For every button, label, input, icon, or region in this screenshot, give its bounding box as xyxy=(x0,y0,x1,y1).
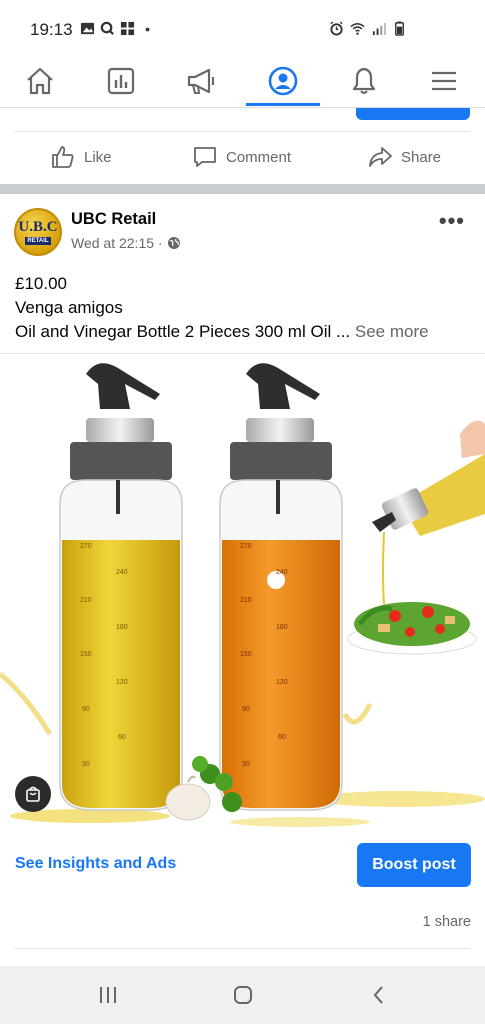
status-bar: 19:13 xyxy=(0,0,485,56)
vinegar-bottle-scale-label: 270 xyxy=(240,543,252,550)
previous-boost-button[interactable] xyxy=(356,108,470,120)
shopping-bag-icon xyxy=(26,786,40,802)
oil-bottle-scale-label: 180 xyxy=(116,624,128,631)
back-button[interactable] xyxy=(349,966,409,1024)
post-price: £10.00 xyxy=(15,274,67,293)
windows-app-icon xyxy=(120,21,135,36)
post-description: Oil and Vinegar Bottle 2 Pieces 300 ml O… xyxy=(15,320,475,344)
avatar-logo-text: U.B.C xyxy=(18,218,58,235)
pages-icon xyxy=(107,67,135,95)
shopping-bag-button[interactable] xyxy=(15,776,51,812)
oil-bottle-scale-label: 120 xyxy=(116,679,128,686)
megaphone-icon xyxy=(187,68,215,94)
battery-icon xyxy=(395,21,404,36)
nav-profile[interactable] xyxy=(248,56,318,106)
oil-bottle-scale-label: 60 xyxy=(118,734,126,741)
gallery-icon xyxy=(80,22,95,35)
share-icon xyxy=(369,147,392,167)
signal-icon xyxy=(372,22,386,36)
nav-home[interactable] xyxy=(5,56,75,106)
oil-bottle-scale-label: 240 xyxy=(116,569,128,576)
like-label: Like xyxy=(84,148,112,166)
vinegar-bottle-scale-label: 210 xyxy=(240,597,252,604)
post-line: Venga amigos xyxy=(15,298,123,317)
product-image[interactable]: 270 240 210 180 150 120 90 60 30 270 240… xyxy=(0,354,485,828)
page-name[interactable]: UBC Retail xyxy=(71,210,156,229)
shares-count[interactable]: 1 share xyxy=(423,914,471,930)
top-nav-bar xyxy=(0,56,485,108)
status-notification-icons xyxy=(80,21,155,36)
comment-label: Comment xyxy=(226,148,292,166)
post-header: U.B.C RETAIL UBC Retail Wed at 22:15 · •… xyxy=(0,194,485,264)
alarm-icon xyxy=(330,21,343,36)
divider xyxy=(14,948,470,949)
home-square-icon xyxy=(234,986,252,1004)
wifi-icon xyxy=(350,23,365,35)
recent-apps-button[interactable] xyxy=(78,966,138,1024)
nav-notifications[interactable] xyxy=(329,56,399,106)
avatar[interactable]: U.B.C RETAIL xyxy=(14,208,62,256)
home-icon xyxy=(27,67,53,95)
post-meta: Wed at 22:15 · xyxy=(71,235,181,251)
back-chevron-icon xyxy=(373,986,383,1004)
status-time: 19:13 xyxy=(30,20,73,39)
share-label: Share xyxy=(401,148,442,166)
menu-icon xyxy=(432,71,456,91)
post-description-text: Oil and Vinegar Bottle 2 Pieces 300 ml O… xyxy=(15,322,351,341)
divider xyxy=(14,131,470,132)
oil-bottle-scale-label: 270 xyxy=(80,543,92,550)
vinegar-bottle-scale-label: 120 xyxy=(276,679,288,686)
share-button[interactable]: Share xyxy=(367,134,441,180)
android-nav-bar xyxy=(0,966,485,1024)
like-button[interactable]: Like xyxy=(50,134,112,180)
home-button[interactable] xyxy=(213,966,273,1024)
oil-bottle-scale-label: 90 xyxy=(82,706,90,713)
recent-apps-icon xyxy=(100,987,116,1003)
nav-pages[interactable] xyxy=(86,56,156,106)
comment-icon xyxy=(194,147,216,167)
status-system-icons xyxy=(329,21,407,36)
nav-active-indicator xyxy=(246,103,320,106)
oil-vinegar-bottles-illustration: 270 240 210 180 150 120 90 60 30 270 240… xyxy=(0,363,485,827)
thumbs-up-icon xyxy=(52,146,74,168)
oil-bottle-scale-label: 150 xyxy=(80,651,92,658)
bell-icon xyxy=(352,67,376,94)
nav-menu[interactable] xyxy=(409,56,479,106)
see-more-link[interactable]: See more xyxy=(350,322,429,341)
vinegar-bottle-scale-label: 60 xyxy=(278,734,286,741)
previous-post-actions: Like Comment Share xyxy=(0,134,485,182)
post-timestamp[interactable]: Wed at 22:15 · xyxy=(71,235,163,251)
insights-row: See Insights and Ads Boost post xyxy=(0,829,485,909)
vinegar-bottle-scale-label: 90 xyxy=(242,706,250,713)
feed-divider xyxy=(0,184,485,194)
post-text: £10.00 Venga amigos Oil and Vinegar Bott… xyxy=(15,272,475,344)
oil-bottle-scale-label: 30 xyxy=(82,761,90,768)
profile-icon xyxy=(268,66,298,96)
avatar-logo-subtext: RETAIL xyxy=(25,236,51,245)
dot-icon xyxy=(145,27,150,32)
oil-bottle-scale-label: 210 xyxy=(80,597,92,604)
see-insights-link[interactable]: See Insights and Ads xyxy=(15,855,176,873)
more-options-icon[interactable]: ••• xyxy=(439,208,465,234)
comment-button[interactable]: Comment xyxy=(192,134,291,180)
vinegar-bottle-scale-label: 150 xyxy=(240,651,252,658)
vinegar-bottle-scale-label: 180 xyxy=(276,624,288,631)
search-app-icon xyxy=(100,21,114,35)
nav-ads[interactable] xyxy=(166,56,236,106)
globe-icon xyxy=(167,237,180,249)
boost-post-button[interactable]: Boost post xyxy=(357,843,471,887)
vinegar-bottle-scale-label: 30 xyxy=(242,761,250,768)
vinegar-bottle-scale-label: 240 xyxy=(276,569,288,576)
